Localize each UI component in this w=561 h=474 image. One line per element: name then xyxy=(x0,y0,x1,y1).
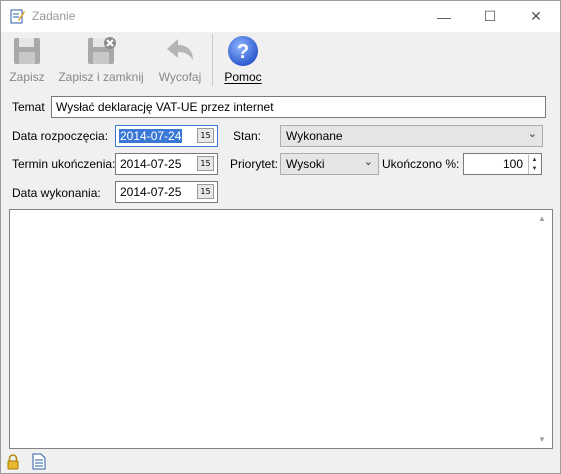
due-date-label: Termin ukończenia: xyxy=(12,157,116,171)
status-bar xyxy=(1,450,560,473)
maximize-icon: ☐ xyxy=(483,8,497,24)
close-button[interactable]: ✕ xyxy=(513,1,559,32)
percent-stepper[interactable]: 100 ▲ ▼ xyxy=(463,153,542,175)
calendar-icon[interactable]: 15 xyxy=(197,156,214,171)
toolbar: Zapisz Zapisz i zamknij Wycofaj ? Pomoc xyxy=(1,32,560,87)
calendar-icon[interactable]: 15 xyxy=(197,128,214,143)
edit-task-icon xyxy=(10,9,25,24)
chevron-down-icon: ⌄ xyxy=(527,128,537,140)
start-date-value: 2014-07-24 xyxy=(119,129,183,143)
due-date-picker[interactable]: 2014-07-25 15 xyxy=(115,153,218,175)
undo-arrow-icon xyxy=(167,39,193,60)
percent-label: Ukończono %: xyxy=(382,157,460,171)
close-icon: ✕ xyxy=(530,8,542,24)
help-label: Pomoc xyxy=(224,70,262,84)
floppy-close-icon xyxy=(88,37,116,64)
undo-button[interactable]: Wycofaj xyxy=(156,32,204,87)
done-date-value: 2014-07-25 xyxy=(120,185,182,199)
percent-value: 100 xyxy=(502,157,523,171)
start-date-label: Data rozpoczęcia: xyxy=(12,129,109,143)
spin-down-icon[interactable]: ▼ xyxy=(529,164,540,173)
status-label: Stan: xyxy=(233,129,262,143)
window-title: Zadanie xyxy=(32,9,76,23)
start-date-picker[interactable]: 2014-07-24 15 xyxy=(115,125,218,147)
notes-scrollbar[interactable]: ▲ ▼ xyxy=(535,210,552,448)
note-icon[interactable] xyxy=(32,453,46,470)
save-close-button[interactable]: Zapisz i zamknij xyxy=(57,32,145,87)
priority-select[interactable]: Wysoki ⌄ xyxy=(280,153,379,175)
done-date-label: Data wykonania: xyxy=(12,186,101,200)
help-question-icon: ? xyxy=(228,36,258,66)
due-date-value: 2014-07-25 xyxy=(120,157,182,171)
help-glyph: ? xyxy=(237,41,249,63)
calendar-icon[interactable]: 15 xyxy=(197,184,214,199)
help-button[interactable]: ? Pomoc xyxy=(221,32,265,87)
floppy-disk-icon xyxy=(14,38,40,64)
maximize-button[interactable]: ☐ xyxy=(467,1,513,32)
task-window: Zadanie — ☐ ✕ Zapisz Zapisz i zamknij Wy… xyxy=(0,0,561,474)
subject-value: Wysłać deklarację VAT-UE przez internet xyxy=(56,100,274,114)
toolbar-separator xyxy=(212,34,213,86)
minimize-icon: — xyxy=(437,8,451,25)
minimize-button[interactable]: — xyxy=(421,1,467,32)
notes-textarea[interactable]: ▲ ▼ xyxy=(9,209,553,449)
spin-up-icon[interactable]: ▲ xyxy=(529,155,540,164)
title-bar: Zadanie — ☐ ✕ xyxy=(1,1,560,32)
scroll-up-icon[interactable]: ▲ xyxy=(538,214,546,223)
save-label: Zapisz xyxy=(9,70,45,84)
done-date-picker[interactable]: 2014-07-25 15 xyxy=(115,181,218,203)
subject-label: Temat xyxy=(12,100,45,114)
status-select[interactable]: Wykonane ⌄ xyxy=(280,125,543,147)
undo-label: Wycofaj xyxy=(158,70,202,84)
save-button[interactable]: Zapisz xyxy=(7,32,47,87)
save-close-label: Zapisz i zamknij xyxy=(58,70,144,84)
scroll-down-icon[interactable]: ▼ xyxy=(538,435,546,444)
priority-value: Wysoki xyxy=(286,157,325,171)
subject-input[interactable]: Wysłać deklarację VAT-UE przez internet xyxy=(51,96,546,118)
chevron-down-icon: ⌄ xyxy=(363,156,373,168)
lock-icon[interactable] xyxy=(6,454,20,470)
priority-label: Priorytet: xyxy=(230,157,279,171)
spin-buttons: ▲ ▼ xyxy=(528,155,540,174)
status-value: Wykonane xyxy=(286,129,343,143)
